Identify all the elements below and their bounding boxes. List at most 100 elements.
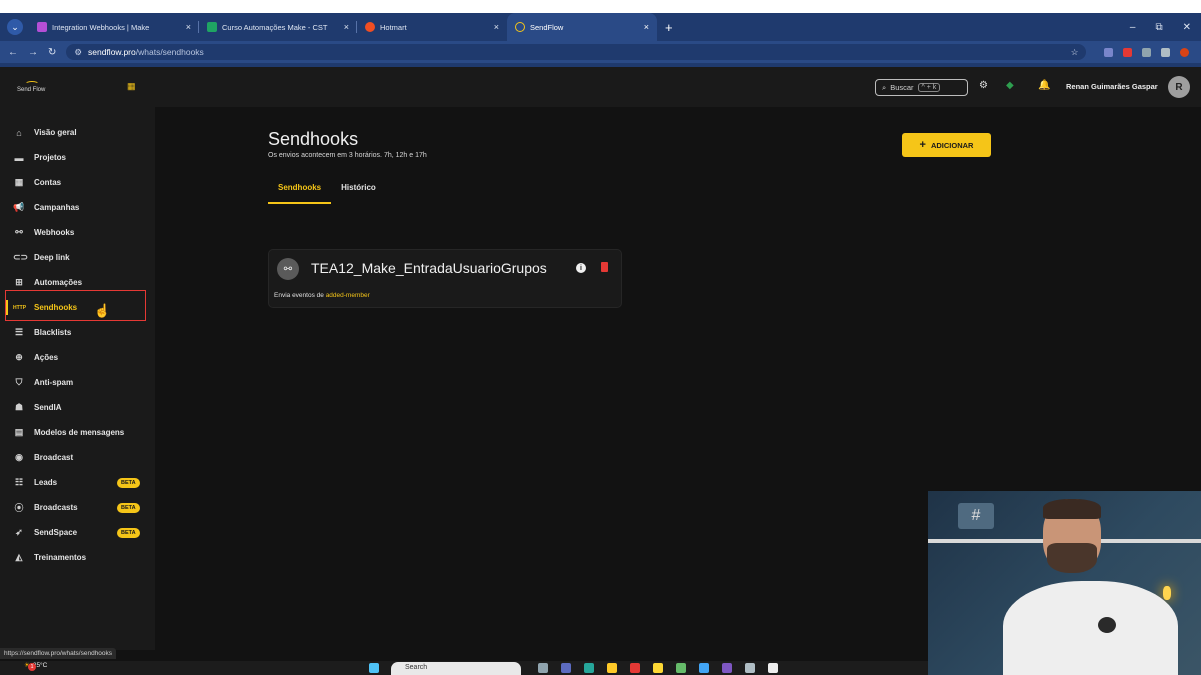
taskbar-app-icon[interactable] [561,663,571,673]
sidebar-item-campanhas[interactable]: 📢 Campanhas [0,195,155,220]
home-icon: ⌂ [16,127,22,138]
taskbar-pinned-apps [538,663,778,673]
sidebar-item-webhooks[interactable]: ⚯ Webhooks [0,220,155,245]
browser-toolbar: ← → ↻ ⚙ sendflow.pro/whats/sendhooks ☆ [0,41,1201,63]
sheets-favicon-icon [207,22,217,32]
sidebar: Send Flow ▦ ⌂ Visão geral ▬ Projetos ▦ Contas… [0,67,155,650]
windows-start-icon[interactable] [369,663,379,673]
sidebar-item-modelos-de-mensagens[interactable]: ▤ Modelos de mensagens [0,420,155,445]
restore-icon[interactable]: ⧉ [1155,22,1162,33]
close-tab-icon[interactable]: × [488,22,499,32]
people-icon: ☷ [14,477,24,487]
close-tab-icon[interactable]: × [638,22,649,32]
sidebar-item-projetos[interactable]: ▬ Projetos [0,145,155,170]
browser-tab-make[interactable]: Integration Webhooks | Make × [29,13,199,41]
beta-badge: BETA [117,477,140,488]
delete-trash-icon[interactable] [601,262,608,272]
user-name[interactable]: Renan Guimarães Gaspar [1066,82,1158,91]
browser-tab-hotmart[interactable]: Hotmart × [357,13,507,41]
make-favicon-icon [37,22,47,32]
taskbar-app-icon[interactable] [722,663,732,673]
app-header: ⌕ Buscar ^ + k ⚙ ◆ 🔔 Renan Guimarães Gas… [155,67,1201,107]
taskbar-app-icon[interactable] [607,663,617,673]
tab-sendhooks[interactable]: Sendhooks [268,178,332,204]
sidebar-item-label: Blacklists [34,328,72,337]
sidebar-item-sendhooks[interactable]: HTTP Sendhooks [0,295,155,320]
sidebar-item-anti-spam[interactable]: ⛉ Anti-spam [0,370,155,395]
browser-tab-sendflow[interactable]: SendFlow × [507,13,657,41]
taskbar-app-icon[interactable] [699,663,709,673]
sidebar-item-label: Sendhooks [34,303,78,312]
sidebar-item-leads[interactable]: ☷ Leads BETA [0,470,155,495]
add-sendhook-button[interactable]: + ADICIONAR [902,133,991,157]
new-tab-button[interactable]: + [665,20,673,35]
search-box[interactable]: ⌕ Buscar ^ + k [875,79,968,96]
browser-tab-strip: ⌄ Integration Webhooks | Make × Curso Au… [0,13,1201,41]
sidebar-item-treinamentos[interactable]: ◭ Treinamentos [0,545,155,570]
antenna-icon: ⦿ [14,503,24,513]
close-tab-icon[interactable]: × [338,22,349,32]
taskbar-app-icon[interactable] [538,663,548,673]
sidebar-item-deep-link[interactable]: ⊂⊃ Deep link [0,245,155,270]
address-bar[interactable]: ⚙ sendflow.pro/whats/sendhooks ☆ [66,44,1087,60]
hand-cursor-icon: ☝ [94,303,111,318]
extension-icon[interactable] [1123,47,1133,57]
sidebar-nav: ⌂ Visão geral ▬ Projetos ▦ Contas 📢 Campanhas ⚯ W… [0,120,155,570]
sidebar-item-visão-geral[interactable]: ⌂ Visão geral [0,120,155,145]
url-path: /whats/sendhooks [135,47,204,57]
browser-tab-curso[interactable]: Curso Automações Make - CST × [199,13,357,41]
close-window-icon[interactable]: ✕ [1183,22,1191,33]
sidebar-item-sendia[interactable]: ☗ SendIA [0,395,155,420]
minimize-icon[interactable]: – [1130,22,1136,33]
taskbar-app-icon[interactable] [630,663,640,673]
reload-icon[interactable]: ↻ [48,47,56,58]
forward-icon[interactable]: → [28,47,38,58]
hotmart-favicon-icon [365,22,375,32]
taskbar-app-icon[interactable] [584,663,594,673]
sidebar-item-contas[interactable]: ▦ Contas [0,170,155,195]
brazil-flag-icon[interactable]: ◆ [1006,80,1014,91]
broadcast-icon: ◉ [15,452,23,462]
taskbar-app-icon[interactable] [676,663,686,673]
bookmark-star-icon[interactable]: ☆ [1071,47,1079,58]
extensions-puzzle-icon[interactable] [1161,47,1171,57]
tab-search-icon[interactable]: ⌄ [7,19,23,35]
taskbar-app-icon[interactable] [653,663,663,673]
browser-tab-title: Hotmart [380,22,407,32]
profile-icon[interactable] [1180,47,1190,57]
sidebar-item-broadcasts[interactable]: ⦿ Broadcasts BETA [0,495,155,520]
site-settings-icon[interactable]: ⚙ [74,47,82,58]
sidebar-item-sendspace[interactable]: ➶ SendSpace BETA [0,520,155,545]
extension-icon[interactable] [1104,47,1114,57]
sidebar-item-ações[interactable]: ⊕ Ações [0,345,155,370]
taskbar-app-icon[interactable] [768,663,778,673]
taskbar-app-icon[interactable] [745,663,755,673]
link-icon: ⊂⊃ [13,252,29,262]
sidebar-item-label: Campanhas [34,203,80,212]
tab-historico[interactable]: Histórico [331,178,386,204]
sidebar-item-broadcast[interactable]: ◉ Broadcast [0,445,155,470]
plus-circle-icon: ⊕ [15,352,23,362]
sendflow-logo[interactable]: Send Flow [17,81,45,93]
sidebar-item-label: Modelos de mensagens [34,428,125,437]
settings-gear-icon[interactable]: ⚙ [979,80,988,91]
shield-icon: ⛉ [15,377,23,387]
extension-icon[interactable] [1142,47,1152,57]
avatar[interactable]: R [1168,76,1190,98]
back-icon[interactable]: ← [8,47,18,58]
presenter-figure [1003,499,1178,675]
taskbar-search[interactable]: Search [391,662,521,675]
close-tab-icon[interactable]: × [180,22,191,32]
sidebar-item-blacklists[interactable]: ☰ Blacklists [0,320,155,345]
sidebar-item-automações[interactable]: ⊞ Automações [0,270,155,295]
sidebar-item-label: Anti-spam [34,378,74,387]
apps-grid-icon[interactable]: ▦ [127,81,136,92]
megaphone-icon: 📢 [13,202,25,212]
sendhook-description: Envia eventos de added-member [274,292,370,299]
info-icon[interactable]: i [576,263,586,273]
notification-bell-icon[interactable]: 🔔 [1038,80,1050,91]
sendhook-card[interactable]: ⚯ TEA12_Make_EntradaUsuarioGrupos i Envi… [268,249,622,308]
sidebar-item-label: Broadcast [34,453,74,462]
logo-text: Send Flow [17,87,46,93]
beta-badge: BETA [117,527,140,538]
